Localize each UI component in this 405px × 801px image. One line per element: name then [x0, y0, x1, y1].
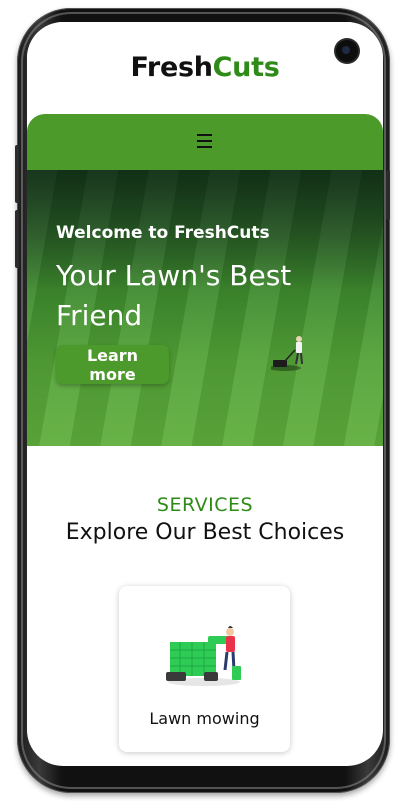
phone-side-button [15, 210, 19, 268]
learn-more-button[interactable]: Learn more [56, 345, 169, 384]
service-card-lawn-mowing[interactable]: Lawn mowing [119, 586, 290, 752]
hamburger-menu-icon[interactable] [197, 134, 212, 148]
hero-subtitle: Welcome to FreshCuts [56, 223, 270, 243]
services-label: SERVICES [156, 494, 254, 516]
logo[interactable]: FreshCuts [27, 52, 383, 83]
phone-side-button [15, 145, 19, 203]
hero-banner: Welcome to FreshCuts Your Lawn's Best Fr… [27, 170, 383, 446]
navigation-bar [27, 114, 383, 170]
hero-title: Your Lawn's Best Friend [56, 259, 292, 332]
front-camera-icon [336, 40, 358, 62]
services-title: Explore Our Best Choices [65, 520, 345, 545]
site-header: FreshCuts [27, 22, 383, 114]
logo-text-fresh: Fresh [130, 52, 213, 83]
lawn-mower-person-icon [271, 336, 303, 371]
service-name: Lawn mowing [149, 709, 260, 728]
phone-side-button [386, 170, 390, 220]
logo-text-cuts: Cuts [212, 52, 280, 83]
phone-screen: FreshCuts Welcome to FreshCuts Your Lawn… [27, 22, 383, 766]
lawn-mowing-illustration [166, 626, 241, 686]
